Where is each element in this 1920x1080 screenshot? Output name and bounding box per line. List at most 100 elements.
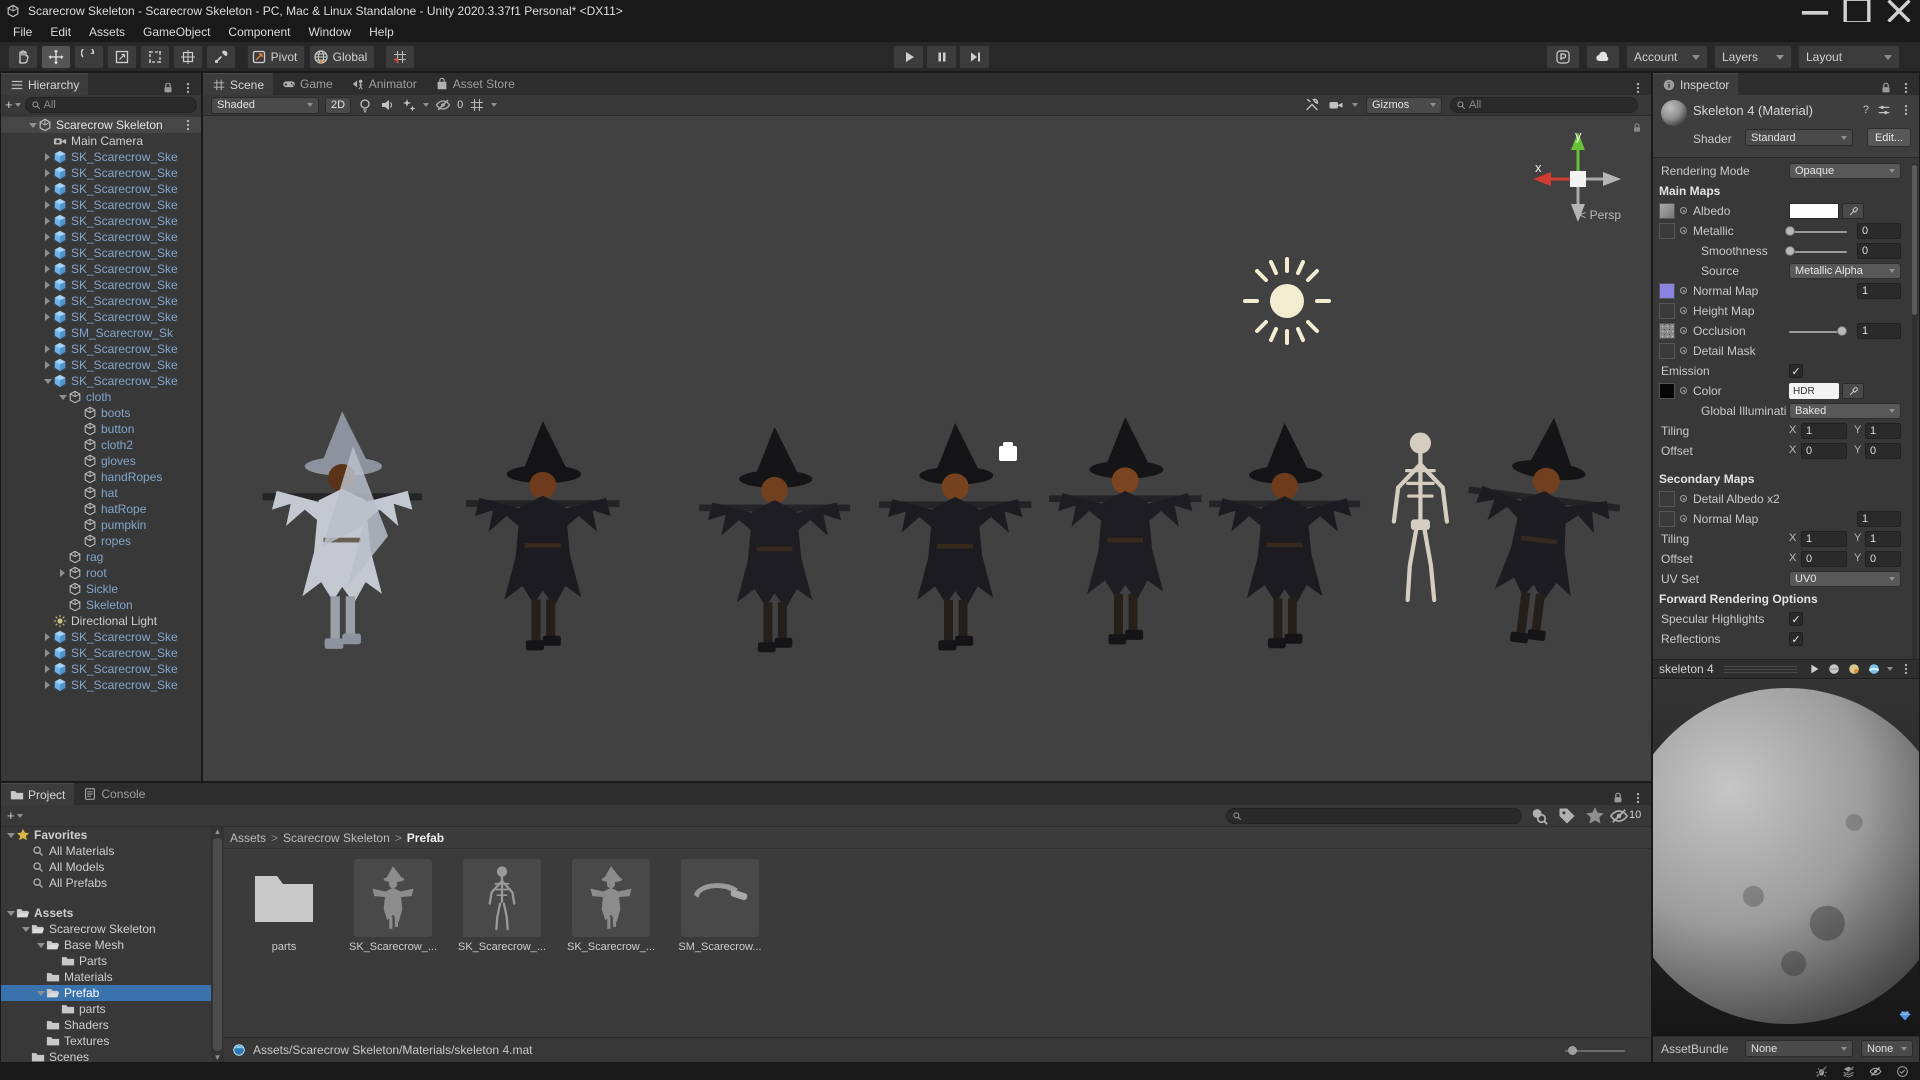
property-checkbox[interactable]: ✓ <box>1789 364 1803 378</box>
expand-arrow-down[interactable] <box>27 122 38 128</box>
hierarchy-item-sk-scarecrow-ske[interactable]: SK_Scarecrow_Ske <box>1 229 201 245</box>
hierarchy-item-sk-scarecrow-ske[interactable]: SK_Scarecrow_Ske <box>1 341 201 357</box>
status-ok-icon[interactable] <box>1896 1065 1910 1079</box>
property-checkbox[interactable]: ✓ <box>1789 632 1803 646</box>
menu-file[interactable]: File <box>4 22 41 42</box>
property-dropdown[interactable]: UV0 <box>1789 571 1901 587</box>
preview-drag-handle[interactable] <box>1723 665 1797 673</box>
hierarchy-item-cloth[interactable]: cloth <box>1 389 201 405</box>
texture-target-icon[interactable] <box>1680 327 1687 334</box>
visibility-disabled-icon[interactable] <box>1869 1065 1883 1079</box>
project-folder-base-mesh[interactable]: Base Mesh <box>1 937 211 953</box>
scene-object-scarecrow-2[interactable] <box>465 421 620 651</box>
project-folder-assets[interactable]: Assets <box>1 905 211 921</box>
hierarchy-item-sickle[interactable]: Sickle <box>1 581 201 597</box>
project-folder-parts[interactable]: parts <box>1 1001 211 1017</box>
expand-arrow-right[interactable] <box>42 633 53 641</box>
expand-arrow-right[interactable] <box>42 249 53 257</box>
hierarchy-item-sk-scarecrow-ske[interactable]: SK_Scarecrow_Ske <box>1 645 201 661</box>
expand-arrow-down[interactable] <box>57 394 68 400</box>
project-folder-scarecrow-skeleton[interactable]: Scarecrow Skeleton <box>1 921 211 937</box>
expand-arrow-down[interactable] <box>20 926 31 932</box>
hierarchy-item-pumpkin[interactable]: pumpkin <box>1 517 201 533</box>
expand-arrow-right[interactable] <box>42 345 53 353</box>
hierarchy-item-directional-light[interactable]: Directional Light <box>1 613 201 629</box>
texture-target-icon[interactable] <box>1680 347 1687 354</box>
scene-object-scarecrow-3[interactable] <box>699 426 851 653</box>
texture-slot[interactable] <box>1659 323 1675 339</box>
layers-disabled-icon[interactable] <box>1842 1065 1856 1079</box>
add-gameobject-button[interactable]: + <box>5 97 21 112</box>
kebab-menu-icon[interactable] <box>1631 81 1645 95</box>
scene-grid-icon[interactable] <box>469 97 485 113</box>
step-button[interactable] <box>959 45 990 69</box>
hidden-packages-icon[interactable] <box>1609 808 1629 824</box>
rotate-tool-button[interactable] <box>74 45 104 69</box>
scale-tool-button[interactable] <box>107 45 137 69</box>
project-folder-favorites[interactable]: Favorites <box>1 827 211 843</box>
expand-arrow-right[interactable] <box>42 201 53 209</box>
value-field[interactable]: 1 <box>1857 283 1901 299</box>
preview-sphere-icon[interactable] <box>1827 662 1841 676</box>
lock-icon[interactable] <box>1879 81 1893 95</box>
2d-toggle-button[interactable]: 2D <box>325 96 352 114</box>
project-folder-scenes[interactable]: Scenes <box>1 1049 211 1062</box>
inspector-scrollbar[interactable] <box>1912 163 1917 723</box>
project-folder-prefab[interactable]: Prefab <box>1 985 211 1001</box>
expand-arrow-right[interactable] <box>42 649 53 657</box>
preview-play-icon[interactable] <box>1807 662 1821 676</box>
kebab-menu-icon[interactable] <box>1899 662 1913 676</box>
y-field[interactable]: 0 <box>1865 443 1901 459</box>
project-search-input[interactable] <box>1226 808 1522 824</box>
texture-target-icon[interactable] <box>1680 287 1687 294</box>
expand-arrow-right[interactable] <box>42 233 53 241</box>
presets-icon[interactable] <box>1877 103 1891 117</box>
preview-bar[interactable]: skeleton 4 <box>1653 659 1919 679</box>
assetbundle-variant-dropdown[interactable]: None <box>1861 1040 1913 1057</box>
breadcrumb-segment[interactable]: Assets <box>230 831 266 845</box>
slider-knob[interactable] <box>1785 246 1795 256</box>
scene-viewport[interactable]: y x < Persp <box>203 116 1651 781</box>
maximize-button[interactable] <box>1836 0 1878 25</box>
scroll-up-icon[interactable]: ▲ <box>214 827 222 836</box>
texture-target-icon[interactable] <box>1680 515 1687 522</box>
menu-window[interactable]: Window <box>299 22 360 42</box>
minimize-button[interactable] <box>1794 0 1836 22</box>
project-tree-scrollbar[interactable]: ▲ ▼ <box>211 827 224 1062</box>
tab-animator[interactable]: Animator <box>342 73 426 95</box>
eyedropper-button[interactable] <box>1842 203 1864 219</box>
asset-tile-sk-scarecrow-[interactable]: SK_Scarecrow_... <box>458 859 546 953</box>
hand-tool-button[interactable] <box>8 45 38 69</box>
kebab-menu-icon[interactable] <box>1899 103 1913 117</box>
saved-search-star-icon[interactable] <box>1585 807 1605 824</box>
expand-arrow-right[interactable] <box>42 153 53 161</box>
account-dropdown[interactable]: Account <box>1626 45 1708 69</box>
hierarchy-item-root[interactable]: root <box>1 565 201 581</box>
expand-arrow-down[interactable] <box>42 378 53 384</box>
texture-slot[interactable] <box>1659 223 1675 239</box>
slider-knob[interactable] <box>1837 326 1847 336</box>
y-field[interactable]: 0 <box>1865 551 1901 567</box>
hierarchy-search-input[interactable]: All <box>24 96 197 113</box>
menu-gameobject[interactable]: GameObject <box>134 22 219 42</box>
x-field[interactable]: 1 <box>1801 423 1847 439</box>
hierarchy-item-sk-scarecrow-ske[interactable]: SK_Scarecrow_Ske <box>1 245 201 261</box>
hierarchy-item-boots[interactable]: boots <box>1 405 201 421</box>
transform-tool-button[interactable] <box>173 45 203 69</box>
kebab-menu-icon[interactable] <box>1631 791 1645 805</box>
grid-dropdown-icon[interactable] <box>491 103 498 107</box>
color-swatch[interactable] <box>1789 203 1839 219</box>
hierarchy-item-sk-scarecrow-ske[interactable]: SK_Scarecrow_Ske <box>1 213 201 229</box>
menu-assets[interactable]: Assets <box>80 22 134 42</box>
project-folder-all-materials[interactable]: All Materials <box>1 843 211 859</box>
expand-arrow-right[interactable] <box>42 665 53 673</box>
rect-tool-button[interactable] <box>140 45 170 69</box>
x-field[interactable]: 0 <box>1801 551 1847 567</box>
tab-console[interactable]: Console <box>74 783 154 805</box>
gizmo-lock-icon[interactable] <box>1631 122 1643 134</box>
debugger-disabled-icon[interactable] <box>1815 1065 1829 1079</box>
property-checkbox[interactable]: ✓ <box>1789 612 1803 626</box>
scene-object-scarecrow-7[interactable] <box>1450 408 1630 653</box>
hierarchy-item-cloth2[interactable]: cloth2 <box>1 437 201 453</box>
tab-inspector[interactable]: Inspector <box>1653 73 1739 95</box>
